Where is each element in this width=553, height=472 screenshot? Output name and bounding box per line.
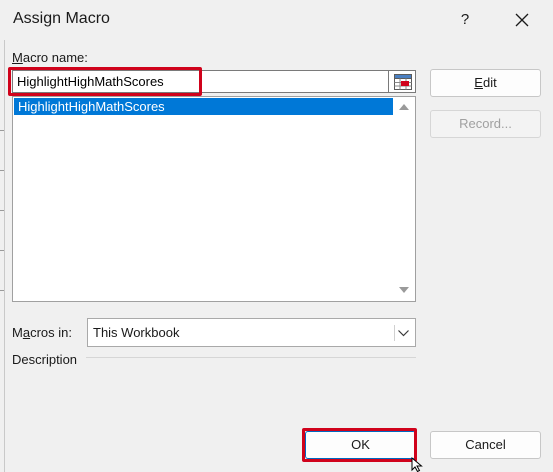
list-item[interactable]: HighlightHighMathScores [14,98,393,115]
macro-listbox[interactable]: HighlightHighMathScores [12,96,416,302]
help-button[interactable]: ? [454,6,476,34]
chevron-up-icon [399,104,409,110]
highlight-box-ok [302,428,417,462]
scroll-down-button[interactable] [393,282,415,299]
edit-button[interactable]: Edit [430,69,541,97]
chevron-down-icon [398,330,409,337]
highlight-box-macro-name [8,67,202,96]
macros-in-value: This Workbook [93,325,180,340]
cancel-button[interactable]: Cancel [430,431,541,459]
close-icon [515,13,529,27]
macros-in-label: Macros in: [12,325,72,340]
dropdown-arrow[interactable] [394,325,411,341]
background-window-strip [0,40,5,472]
assign-macro-dialog: Assign Macro ? Macro name: HighlightHigh… [0,0,553,472]
listbox-scrollbar[interactable] [393,97,415,301]
chevron-down-icon [399,287,409,293]
description-divider [86,357,416,358]
macros-in-select[interactable]: This Workbook [87,318,416,347]
mouse-pointer-icon [411,457,423,472]
title-bar: Assign Macro ? [0,0,553,40]
cell-reference-icon [394,74,412,90]
dialog-title: Assign Macro [13,10,110,27]
macro-name-label: Macro name: [12,50,88,65]
close-button[interactable] [508,6,536,34]
scroll-up-button[interactable] [393,98,415,115]
description-label: Description [12,352,78,367]
cell-reference-button[interactable] [388,70,416,93]
record-button[interactable]: Record... [430,110,541,138]
